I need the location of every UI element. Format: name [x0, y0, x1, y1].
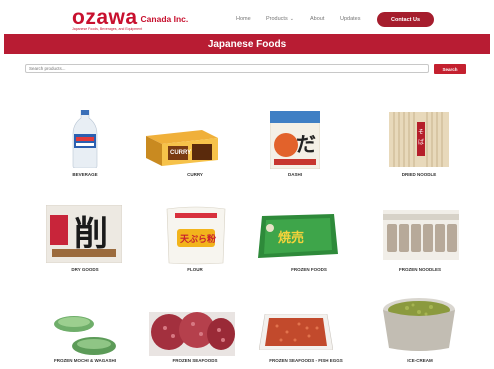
category-label-beverage: BEVERAGE: [72, 172, 98, 177]
logo-tagline: Japanese Foods, Beverages, and Equipment: [72, 27, 143, 31]
category-tile-fish-eggs[interactable]: [259, 314, 333, 350]
category-label-fish-eggs: FROZEN SEAFOODS - FISH EGGS: [269, 358, 343, 363]
site-header: ozawa Canada Inc. Japanese Foods, Beverag…: [0, 0, 494, 36]
category-label-dry-goods: DRY GOODS: [71, 267, 99, 272]
curry-box-icon: CURRY: [146, 130, 218, 166]
category-label-ice-cream: ICE-CREAM: [407, 358, 433, 363]
chevron-down-icon: ⌄: [289, 16, 294, 22]
flour-bag-icon: 天ぷら粉: [166, 206, 226, 265]
svg-text:だ: だ: [296, 132, 316, 156]
svg-text:CURRY: CURRY: [170, 150, 191, 156]
nav-about[interactable]: About: [310, 16, 324, 22]
nav-updates[interactable]: Updates: [340, 16, 361, 22]
ice-cream-tub-icon: [383, 298, 455, 351]
page-title: Japanese Foods: [207, 38, 287, 50]
dried-noodle-icon: そ ば: [389, 112, 449, 167]
search-input[interactable]: [25, 64, 429, 73]
seafood-icon: [149, 312, 235, 356]
nav-products[interactable]: Products ⌄: [266, 16, 294, 22]
svg-text:ば: ば: [418, 138, 424, 146]
dry-goods-bag-icon: 削: [46, 205, 122, 263]
category-tile-beverage[interactable]: [70, 110, 100, 168]
category-tile-frozen-noodles[interactable]: [383, 210, 459, 260]
category-label-frozen-noodles: FROZEN NOODLES: [398, 267, 442, 272]
frozen-noodles-icon: [383, 210, 459, 260]
category-tile-frozen-foods[interactable]: 焼売: [258, 214, 338, 258]
fish-eggs-tray-icon: [259, 314, 333, 350]
svg-text:天ぷら粉: 天ぷら粉: [180, 233, 216, 245]
category-tile-ice-cream[interactable]: [381, 296, 457, 352]
category-tile-dashi[interactable]: だ: [270, 111, 320, 169]
mochi-icon: [54, 316, 116, 355]
category-tile-frozen-seafoods[interactable]: [149, 308, 235, 356]
frozen-foods-pack-icon: 焼売: [258, 214, 338, 258]
category-tile-dried-noodle[interactable]: そ ば: [389, 112, 449, 167]
category-label-frozen-foods: FROZEN FOODS: [291, 267, 327, 272]
category-tile-curry[interactable]: CURRY: [146, 130, 218, 166]
category-label-mochi: FROZEN MOCHI & WAGASHI: [54, 358, 116, 363]
category-label-curry: CURRY: [187, 172, 203, 177]
logo-subtitle: Canada Inc.: [140, 14, 189, 24]
dashi-pack-icon: だ: [270, 111, 320, 169]
ozawa-logo[interactable]: ozawa Canada Inc. Japanese Foods, Beverag…: [72, 6, 189, 31]
category-label-dashi: DASHI: [287, 172, 303, 177]
category-label-dried-noodle: DRIED NOODLE: [401, 172, 437, 177]
category-label-flour: FLOUR: [187, 267, 203, 272]
page-banner: Japanese Foods: [4, 34, 490, 54]
logo-wordmark: ozawa: [72, 6, 138, 29]
search-button[interactable]: Search: [434, 64, 466, 74]
nav-home[interactable]: Home: [236, 16, 251, 22]
svg-text:そ: そ: [418, 129, 424, 136]
category-label-frozen-seafoods: FROZEN SEAFOODS: [172, 358, 218, 363]
svg-text:焼売: 焼売: [278, 230, 304, 246]
svg-text:削: 削: [74, 214, 108, 254]
contact-us-button[interactable]: Contact Us: [377, 12, 434, 27]
category-tile-flour[interactable]: 天ぷら粉: [165, 205, 227, 265]
category-tile-mochi[interactable]: [48, 312, 120, 356]
beverage-bottle-icon: [72, 110, 98, 168]
nav-products-label: Products: [266, 16, 288, 22]
category-tile-dry-goods[interactable]: 削: [46, 205, 122, 263]
